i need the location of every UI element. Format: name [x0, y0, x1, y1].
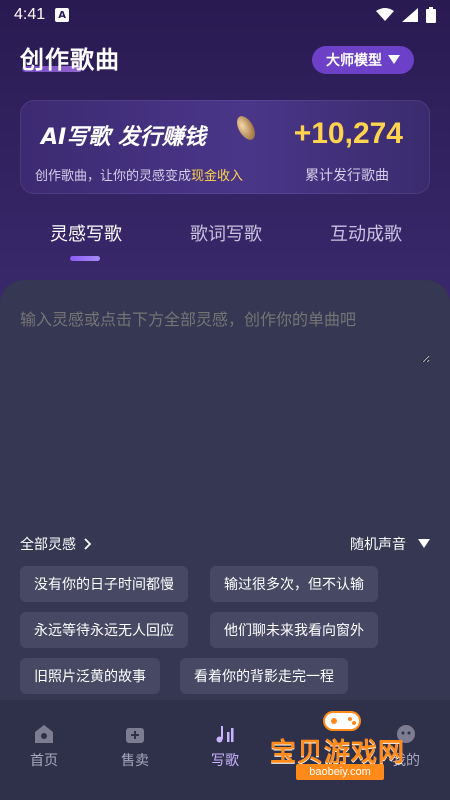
voice-select-label: 随机声音 [350, 537, 406, 553]
mode-tabs: 灵感写歌 歌词写歌 互动成歌 [0, 210, 450, 270]
inspiration-input[interactable] [20, 306, 430, 363]
coin-icon [233, 113, 259, 143]
status-bar: 4:41 A [0, 0, 450, 30]
chevron-right-icon [84, 538, 92, 550]
sell-icon [126, 728, 144, 743]
banner-title: AI写歌 发行赚钱 [41, 125, 206, 150]
inspiration-chip[interactable]: 没有你的日子时间都慢 [20, 566, 188, 602]
nav-home-label: 首页 [30, 753, 58, 769]
tab-indicator [70, 256, 100, 261]
caret-down-icon [388, 55, 400, 64]
inspiration-chip[interactable]: 旧照片泛黄的故事 [20, 658, 160, 694]
music-note-icon [216, 726, 234, 743]
status-time: 4:41 [14, 6, 46, 23]
all-inspirations-label: 全部灵感 [20, 537, 76, 553]
nav-sell-label: 售卖 [121, 753, 149, 769]
gamepad-logo-icon [323, 711, 361, 731]
wifi-icon [376, 8, 394, 21]
notification-a-icon: A [55, 8, 70, 22]
header: 创作歌曲 大师模型 [0, 36, 450, 86]
all-inspirations-link[interactable]: 全部灵感 [20, 534, 92, 554]
inspiration-chip[interactable]: 他们聊未来我看向窗外 [210, 612, 378, 648]
nav-sell[interactable]: 售卖 [105, 722, 165, 770]
home-icon [35, 725, 53, 743]
banner-subtitle-highlight: 现金收入 [191, 169, 244, 184]
watermark-url: baobeiy.com [296, 764, 384, 780]
model-select-label: 大师模型 [326, 53, 382, 69]
tab-lyrics[interactable]: 歌词写歌 [190, 220, 262, 246]
nav-home[interactable]: 首页 [14, 722, 74, 770]
battery-icon [426, 7, 436, 23]
signal-icon [402, 8, 418, 22]
inspiration-row: 全部灵感 随机声音 [20, 532, 430, 556]
status-icons [376, 7, 436, 23]
caret-down-icon [418, 539, 430, 548]
tab-inspiration[interactable]: 灵感写歌 [50, 220, 122, 246]
inspiration-chip[interactable]: 永远等待永远无人回应 [20, 612, 188, 648]
inspiration-chip[interactable]: 看着你的背影走完一程 [180, 658, 348, 694]
voice-select[interactable]: 随机声音 [350, 534, 430, 554]
page-title: 创作歌曲 [20, 46, 120, 74]
banner-subtitle: 创作歌曲，让你的灵感变成现金收入 [35, 165, 243, 184]
earn-banner[interactable]: AI写歌 发行赚钱 创作歌曲，让你的灵感变成现金收入 +10,274 累计发行歌… [20, 100, 430, 194]
banner-amount-label: 累计发行歌曲 [305, 168, 389, 184]
nav-write-label: 写歌 [211, 753, 239, 769]
banner-amount: +10,274 [293, 117, 403, 150]
tab-interactive[interactable]: 互动成歌 [330, 220, 402, 246]
inspiration-chip[interactable]: 输过很多次，但不认输 [210, 566, 378, 602]
editor-panel: 全部灵感 随机声音 没有你的日子时间都慢 输过很多次，但不认输 永远等待永远无人… [0, 280, 450, 700]
watermark: 宝贝游戏网 baobeiy.com [270, 706, 430, 786]
model-select[interactable]: 大师模型 [312, 46, 414, 74]
nav-write[interactable]: 写歌 [195, 722, 255, 770]
banner-subtitle-prefix: 创作歌曲，让你的灵感变成 [35, 169, 192, 184]
